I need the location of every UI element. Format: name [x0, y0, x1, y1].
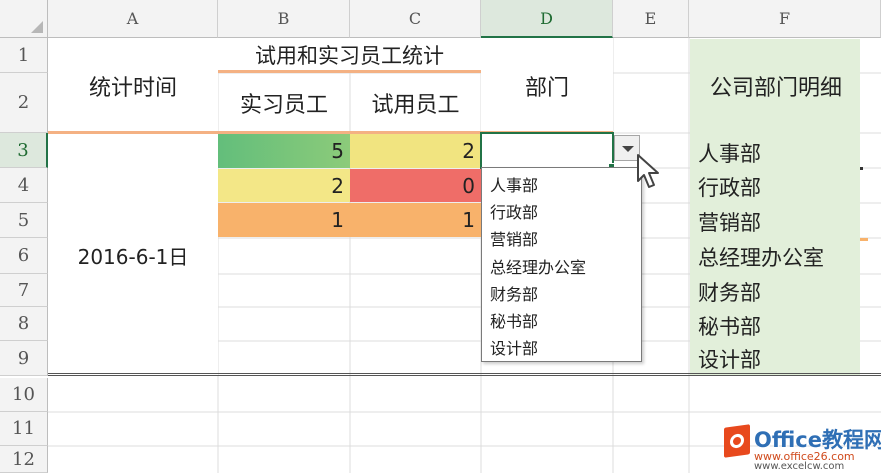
- watermark-url-2: www.excelcw.com: [754, 461, 845, 472]
- probation-cell-row5[interactable]: 1: [350, 203, 481, 237]
- active-cell-d3[interactable]: [480, 132, 615, 170]
- dropdown-list[interactable]: 人事部 行政部 营销部 总经理办公室 财务部 秘书部 设计部: [481, 167, 642, 362]
- row-header-7[interactable]: 7: [0, 274, 48, 307]
- table-bottom-border: [48, 373, 881, 376]
- probation-header[interactable]: 试用员工: [350, 73, 481, 133]
- dept-list-item[interactable]: 财务部: [698, 277, 761, 307]
- row-header-8[interactable]: 8: [0, 307, 48, 341]
- date-cell[interactable]: 2016-6-1日: [48, 134, 218, 376]
- watermark: Office教程网 www.office26.com www.excelcw.c…: [722, 424, 881, 473]
- intern-cell-row3[interactable]: 5: [218, 134, 350, 168]
- intern-cell-row5[interactable]: 1: [218, 203, 350, 237]
- row-header-1[interactable]: 1: [0, 38, 48, 73]
- chevron-down-icon: [622, 146, 634, 152]
- department-header[interactable]: 部门: [481, 38, 613, 133]
- row-header-11[interactable]: 11: [0, 412, 48, 446]
- stat-time-header[interactable]: 统计时间: [48, 38, 218, 133]
- group-title-header[interactable]: 试用和实习员工统计: [218, 38, 481, 71]
- row-header-10[interactable]: 10: [0, 378, 48, 412]
- dept-list-title[interactable]: 公司部门明细: [690, 38, 862, 133]
- row-header-2[interactable]: 2: [0, 73, 48, 133]
- dept-list: 人事部 行政部 营销部 总经理办公室 财务部 秘书部 设计部: [690, 134, 862, 376]
- row-header-9[interactable]: 9: [0, 341, 48, 376]
- dropdown-option[interactable]: 财务部: [490, 281, 538, 305]
- row-header-12[interactable]: 12: [0, 446, 48, 473]
- dept-list-item[interactable]: 设计部: [698, 344, 761, 374]
- dropdown-option[interactable]: 营销部: [490, 226, 538, 250]
- row-header-6[interactable]: 6: [0, 238, 48, 274]
- dept-list-item[interactable]: 营销部: [698, 207, 761, 237]
- dept-list-item[interactable]: 总经理办公室: [698, 242, 824, 272]
- dept-list-edge-mark: [860, 167, 863, 170]
- office-logo-icon: [724, 424, 750, 458]
- dropdown-option[interactable]: 设计部: [490, 335, 538, 359]
- intern-header[interactable]: 实习员工: [218, 73, 350, 133]
- dept-list-item[interactable]: 人事部: [698, 138, 761, 168]
- dropdown-option[interactable]: 人事部: [490, 172, 538, 196]
- intern-cell-row4[interactable]: 2: [218, 169, 350, 202]
- column-header-e[interactable]: E: [613, 0, 689, 38]
- column-header-c[interactable]: C: [350, 0, 481, 38]
- column-header-f[interactable]: F: [689, 0, 881, 38]
- column-header-d[interactable]: D: [481, 0, 613, 38]
- probation-cell-row4[interactable]: 0: [350, 169, 481, 202]
- dept-list-item[interactable]: 行政部: [698, 172, 761, 202]
- row-header-4[interactable]: 4: [0, 168, 48, 203]
- row-header-3[interactable]: 3: [0, 133, 48, 168]
- dropdown-option[interactable]: 秘书部: [490, 308, 538, 332]
- row-header-5[interactable]: 5: [0, 203, 48, 238]
- probation-cell-row3[interactable]: 2: [350, 134, 481, 168]
- select-all-corner[interactable]: [0, 0, 48, 38]
- dept-list-item[interactable]: 秘书部: [698, 311, 761, 341]
- dropdown-option[interactable]: 行政部: [490, 199, 538, 223]
- column-header-b[interactable]: B: [218, 0, 350, 38]
- column-header-a[interactable]: A: [48, 0, 218, 38]
- dropdown-option[interactable]: 总经理办公室: [490, 254, 586, 278]
- dept-list-edge-mark: [860, 238, 868, 241]
- mouse-cursor-icon: [637, 154, 659, 188]
